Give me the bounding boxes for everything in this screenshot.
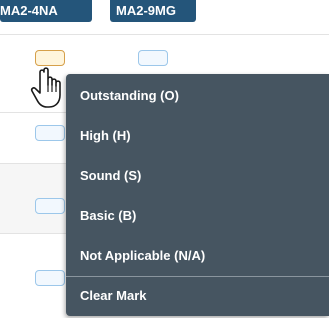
row-divider <box>0 163 66 164</box>
row-divider <box>0 34 329 35</box>
mark-box[interactable] <box>35 270 65 286</box>
menu-item-sound[interactable]: Sound (S) <box>66 156 329 196</box>
column-header-tag: MA2-9MG <box>110 0 196 22</box>
column-header-tag: MA2-4NA <box>0 0 92 22</box>
menu-item-clear-mark[interactable]: Clear Mark <box>66 276 329 316</box>
mark-box[interactable] <box>35 50 65 66</box>
mark-dropdown-menu: Outstanding (O) High (H) Sound (S) Basic… <box>66 74 329 316</box>
mark-box[interactable] <box>35 198 65 214</box>
row-divider <box>0 233 66 234</box>
menu-item-not-applicable[interactable]: Not Applicable (N/A) <box>66 236 329 276</box>
menu-item-basic[interactable]: Basic (B) <box>66 196 329 236</box>
row-divider <box>0 112 66 113</box>
mark-box[interactable] <box>35 125 65 141</box>
mark-box[interactable] <box>138 50 168 66</box>
menu-item-high[interactable]: High (H) <box>66 116 329 156</box>
hand-pointer-icon <box>30 67 61 108</box>
menu-item-outstanding[interactable]: Outstanding (O) <box>66 76 329 116</box>
